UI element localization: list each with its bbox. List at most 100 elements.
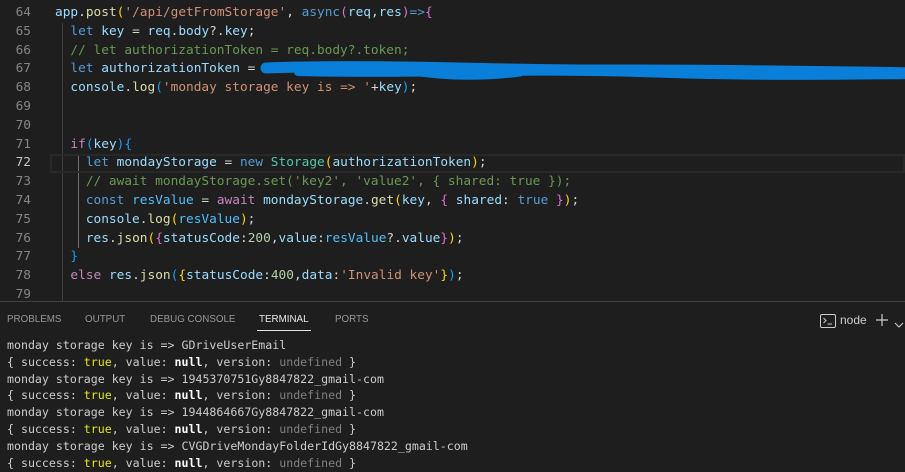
redaction-scribble bbox=[260, 61, 905, 80]
code-line[interactable]: 78 else res.json({statusCode:400,data:'I… bbox=[0, 267, 905, 286]
line-number: 74 bbox=[15, 192, 31, 208]
line-number: 68 bbox=[15, 80, 31, 96]
code-token: true bbox=[517, 192, 549, 208]
line-number: 78 bbox=[15, 268, 31, 284]
code-token: resValue bbox=[178, 211, 240, 227]
code-line[interactable]: 65 let key = req.body?.key; bbox=[0, 23, 905, 42]
code-token: log bbox=[147, 211, 171, 227]
line-number: 72 bbox=[15, 155, 31, 171]
code-token: ?. bbox=[209, 23, 225, 39]
code-token: log bbox=[132, 80, 156, 96]
code-token: = bbox=[216, 155, 240, 171]
terminal-token: , value: bbox=[111, 421, 175, 436]
code-token: const bbox=[55, 192, 125, 208]
line-content: const resValue = await mondayStorage.get… bbox=[55, 192, 579, 211]
terminal-token: { success: bbox=[7, 388, 84, 403]
code-token: let bbox=[55, 61, 94, 77]
code-line[interactable]: 74 const resValue = await mondayStorage.… bbox=[0, 192, 905, 211]
terminal-line: monday storage key is => 1944864667Gy884… bbox=[0, 404, 905, 421]
terminal-token: , value: bbox=[111, 388, 175, 403]
tab-debug-console[interactable]: DEBUG CONSOLE bbox=[150, 313, 235, 327]
code-line[interactable]: 72 let mondayStorage = new Storage(autho… bbox=[0, 154, 905, 173]
line-content: let key = req.body?.key; bbox=[55, 23, 255, 42]
code-token: ; bbox=[455, 230, 464, 246]
code-token: 'Invalid key' bbox=[340, 268, 441, 284]
code-token: shared bbox=[455, 192, 503, 208]
tab-terminal[interactable]: TERMINAL bbox=[257, 313, 311, 331]
code-token: if bbox=[55, 136, 86, 152]
terminal-token: , value: bbox=[111, 354, 175, 369]
line-content: console.log(resValue); bbox=[55, 211, 256, 230]
line-number: 75 bbox=[15, 211, 31, 227]
code-token: ( bbox=[155, 80, 163, 96]
terminal-line: monday storage key is => CVGDriveMondayF… bbox=[0, 438, 905, 455]
code-line[interactable]: 71 if(key){ bbox=[0, 136, 905, 155]
code-token: ( bbox=[394, 192, 402, 208]
code-token: , bbox=[286, 5, 302, 20]
line-number: 70 bbox=[15, 117, 31, 133]
code-token: } bbox=[440, 268, 449, 284]
code-token: res bbox=[108, 268, 133, 284]
code-token: { bbox=[440, 192, 449, 208]
terminal-selector[interactable]: node bbox=[818, 311, 870, 329]
code-token: ( bbox=[340, 5, 348, 20]
code-token: let bbox=[55, 155, 109, 171]
code-line[interactable]: 77 } bbox=[0, 248, 905, 267]
code-token: mondayStorage bbox=[263, 192, 364, 208]
line-number: 73 bbox=[15, 174, 31, 190]
code-line[interactable]: 75 console.log(resValue); bbox=[0, 211, 905, 230]
code-line[interactable]: 76 res.json({statusCode:200,value:resVal… bbox=[0, 230, 905, 249]
code-token: key bbox=[93, 136, 117, 152]
terminal-token: } bbox=[342, 455, 357, 470]
line-number: 69 bbox=[15, 98, 31, 114]
line-content: res.json({statusCode:200,value:resValue?… bbox=[55, 230, 464, 249]
tab-ports[interactable]: PORTS bbox=[335, 313, 369, 327]
terminal-token: monday storage key is => 1944864667Gy884… bbox=[7, 405, 384, 420]
code-token: ; bbox=[571, 192, 580, 208]
code-token: , bbox=[293, 268, 302, 284]
code-token: Storage bbox=[270, 155, 325, 171]
code-token: req bbox=[147, 23, 171, 39]
terminal-token: true bbox=[83, 421, 112, 436]
code-line[interactable]: 73 // await mondayStorage.set('key2', 'v… bbox=[0, 173, 905, 192]
code-token: : bbox=[317, 230, 325, 246]
terminal-token: null bbox=[174, 455, 203, 470]
code-line[interactable]: 70 bbox=[0, 117, 905, 136]
code-token: json bbox=[139, 268, 171, 284]
line-content: // await mondayStorage.set('key2', 'valu… bbox=[55, 173, 571, 192]
terminal-output[interactable]: monday storage key is => GDriveUserEmail… bbox=[0, 337, 905, 472]
code-token: . bbox=[78, 5, 86, 20]
code-line[interactable]: 69 bbox=[0, 98, 905, 117]
code-token: mondayStorage bbox=[116, 155, 217, 171]
terminal-token: null bbox=[174, 421, 203, 436]
code-token: : bbox=[239, 230, 248, 246]
tab-output[interactable]: OUTPUT bbox=[85, 313, 125, 327]
code-token: . bbox=[132, 268, 140, 284]
code-line[interactable]: 64 app.post('/api/getFromStorage', async(… bbox=[0, 4, 905, 23]
tab-problems[interactable]: PROBLEMS bbox=[7, 313, 61, 327]
code-editor[interactable]: 64 app.post('/api/getFromStorage', async(… bbox=[0, 0, 905, 301]
terminal-token: } bbox=[342, 388, 357, 403]
code-token: json bbox=[116, 230, 148, 246]
code-token: ; bbox=[478, 155, 487, 171]
line-content: } bbox=[55, 248, 78, 267]
code-token: resValue bbox=[132, 192, 194, 208]
line-content: let authorizationToken = bbox=[55, 60, 263, 79]
code-token: { bbox=[124, 136, 133, 152]
chevron-down-icon[interactable] bbox=[894, 316, 904, 328]
terminal-line: monday storage key is => GDriveUserEmail bbox=[0, 337, 905, 354]
code-token: = bbox=[193, 192, 217, 208]
plus-icon[interactable] bbox=[875, 313, 889, 327]
code-line[interactable]: 79 bbox=[0, 286, 905, 301]
code-token: . bbox=[108, 230, 117, 246]
terminal-token: } bbox=[342, 421, 357, 436]
terminal-token: monday storage key is => GDriveUserEmail bbox=[7, 338, 287, 352]
terminal-icon bbox=[820, 314, 836, 328]
code-token: statusCode bbox=[162, 230, 240, 246]
terminal-token: true bbox=[83, 388, 112, 403]
terminal-token: , value: bbox=[111, 455, 175, 470]
